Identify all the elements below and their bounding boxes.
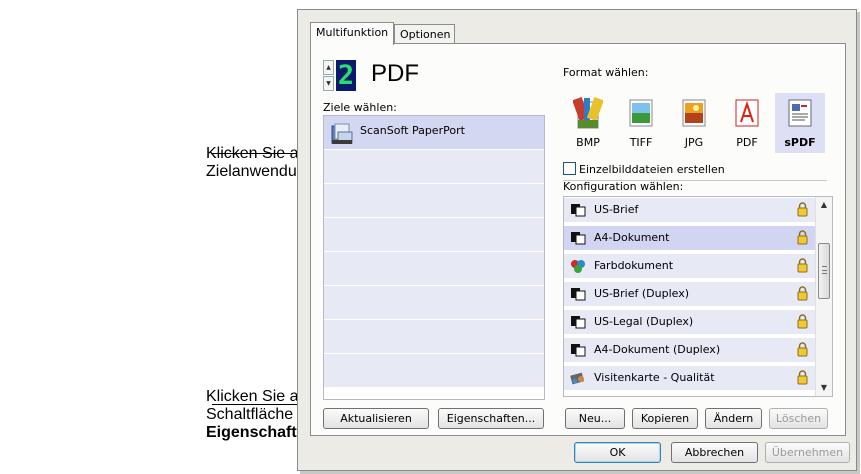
ok-button[interactable]: OK: [574, 442, 661, 463]
config-label-text: US-Brief: [594, 203, 639, 216]
grip-icon: [822, 266, 827, 274]
list-item-config[interactable]: Visitenkarte - Qualität: [564, 366, 816, 390]
configuration-list[interactable]: US-Brief A4-Dokument Farbdokument US-Bri…: [563, 196, 833, 397]
bw-document-icon: [571, 204, 586, 217]
list-item-empty: [324, 150, 544, 184]
format-selector: BMP TIFF JPG PDF sPDF: [563, 93, 826, 153]
color-document-icon: [571, 260, 585, 273]
spdf-icon: [788, 99, 812, 127]
format-option-tiff[interactable]: TIFF: [616, 93, 666, 153]
list-item-empty: [324, 354, 544, 388]
format-label-jpg: JPG: [684, 136, 704, 149]
format-label-spdf: sPDF: [784, 136, 816, 149]
business-card-icon: [570, 372, 585, 385]
list-item-destination[interactable]: ScanSoft PaperPort: [324, 116, 544, 150]
apply-button[interactable]: Übernehmen: [765, 442, 850, 463]
spin-up-button[interactable]: ▲: [323, 60, 334, 75]
single-files-checkbox[interactable]: Einzelbilddateien erstellen: [563, 162, 725, 176]
lock-icon: [797, 370, 808, 385]
list-item-empty: [324, 320, 544, 354]
list-item-config-selected[interactable]: A4-Dokument: [564, 226, 816, 250]
config-label: Konfiguration wählen:: [563, 180, 684, 193]
bmp-icon: [572, 97, 604, 129]
list-item-config[interactable]: US-Brief: [564, 198, 816, 222]
format-option-jpg[interactable]: JPG: [669, 93, 719, 153]
refresh-button[interactable]: Aktualisieren: [323, 408, 429, 429]
properties-button[interactable]: Eigenschaften...: [438, 408, 544, 429]
checkbox-box[interactable]: [563, 162, 576, 175]
config-label-text: A4-Dokument: [594, 231, 670, 244]
config-label-text: US-Brief (Duplex): [594, 287, 690, 300]
bw-document-icon: [571, 316, 586, 329]
selected-format-name: PDF: [371, 60, 419, 87]
single-files-label: Einzelbilddateien erstellen: [579, 163, 725, 176]
format-label-bmp: BMP: [576, 136, 600, 149]
lock-icon: [797, 230, 808, 245]
config-label-text: Visitenkarte - Qualität: [594, 371, 715, 384]
spin-down-button[interactable]: ▼: [323, 76, 334, 91]
pdf-icon: [735, 99, 759, 127]
bw-document-icon: [571, 288, 586, 301]
config-label-text: Farbdokument: [594, 259, 674, 272]
destination-list[interactable]: ScanSoft PaperPort: [323, 115, 545, 400]
format-option-bmp[interactable]: BMP: [563, 93, 613, 153]
tiff-icon: [629, 99, 653, 127]
new-config-button[interactable]: Neu...: [565, 408, 625, 429]
format-option-pdf[interactable]: PDF: [722, 93, 772, 153]
list-item-config[interactable]: US-Brief (Duplex): [564, 282, 816, 306]
lock-icon: [797, 202, 808, 217]
format-label-tiff: TIFF: [629, 136, 653, 149]
button-number-selector: ▲ ▼ 2: [323, 60, 357, 91]
button-number-display: 2: [336, 60, 356, 91]
list-item-config[interactable]: US-Legal (Duplex): [564, 310, 816, 334]
copy-config-button[interactable]: Kopieren: [632, 408, 698, 429]
scroll-up-arrow[interactable]: ▲: [816, 197, 832, 213]
scroll-down-arrow[interactable]: ▼: [816, 380, 832, 396]
tab-optionen[interactable]: Optionen: [394, 24, 455, 44]
jpg-icon: [682, 99, 706, 127]
lock-icon: [797, 286, 808, 301]
config-label-text: A4-Dokument (Duplex): [594, 343, 721, 356]
delete-config-button[interactable]: Löschen: [769, 408, 828, 429]
lock-icon: [797, 258, 808, 273]
list-item-empty: [324, 184, 544, 218]
tab-multifunktion[interactable]: Multifunktion: [310, 22, 394, 45]
format-option-spdf[interactable]: sPDF: [775, 93, 825, 153]
list-item-empty: [324, 286, 544, 320]
format-label: Format wählen:: [563, 66, 649, 79]
cancel-button[interactable]: Abbrechen: [671, 442, 758, 463]
paperport-icon: [331, 123, 353, 144]
list-item-empty: [324, 252, 544, 286]
scanner-dialog: Multifunktion Optionen ▲ ▼ 2 PDF Ziele w…: [297, 9, 857, 471]
lock-icon: [797, 342, 808, 357]
config-label-text: US-Legal (Duplex): [594, 315, 694, 328]
edit-config-button[interactable]: Ändern: [705, 408, 762, 429]
list-item-empty: [324, 218, 544, 252]
config-scrollbar[interactable]: ▲ ▼: [815, 197, 832, 396]
list-item-config[interactable]: Farbdokument: [564, 254, 816, 278]
destinations-label: Ziele wählen:: [323, 101, 397, 114]
destination-label: ScanSoft PaperPort: [360, 124, 465, 137]
bw-document-icon: [571, 344, 586, 357]
scroll-thumb[interactable]: [818, 243, 830, 299]
lock-icon: [797, 314, 808, 329]
tab-panel: ▲ ▼ 2 PDF Ziele wählen: ScanSoft PaperPo…: [310, 43, 846, 436]
bw-document-icon: [571, 232, 586, 245]
list-item-config[interactable]: A4-Dokument (Duplex): [564, 338, 816, 362]
format-label-pdf: PDF: [736, 136, 758, 149]
